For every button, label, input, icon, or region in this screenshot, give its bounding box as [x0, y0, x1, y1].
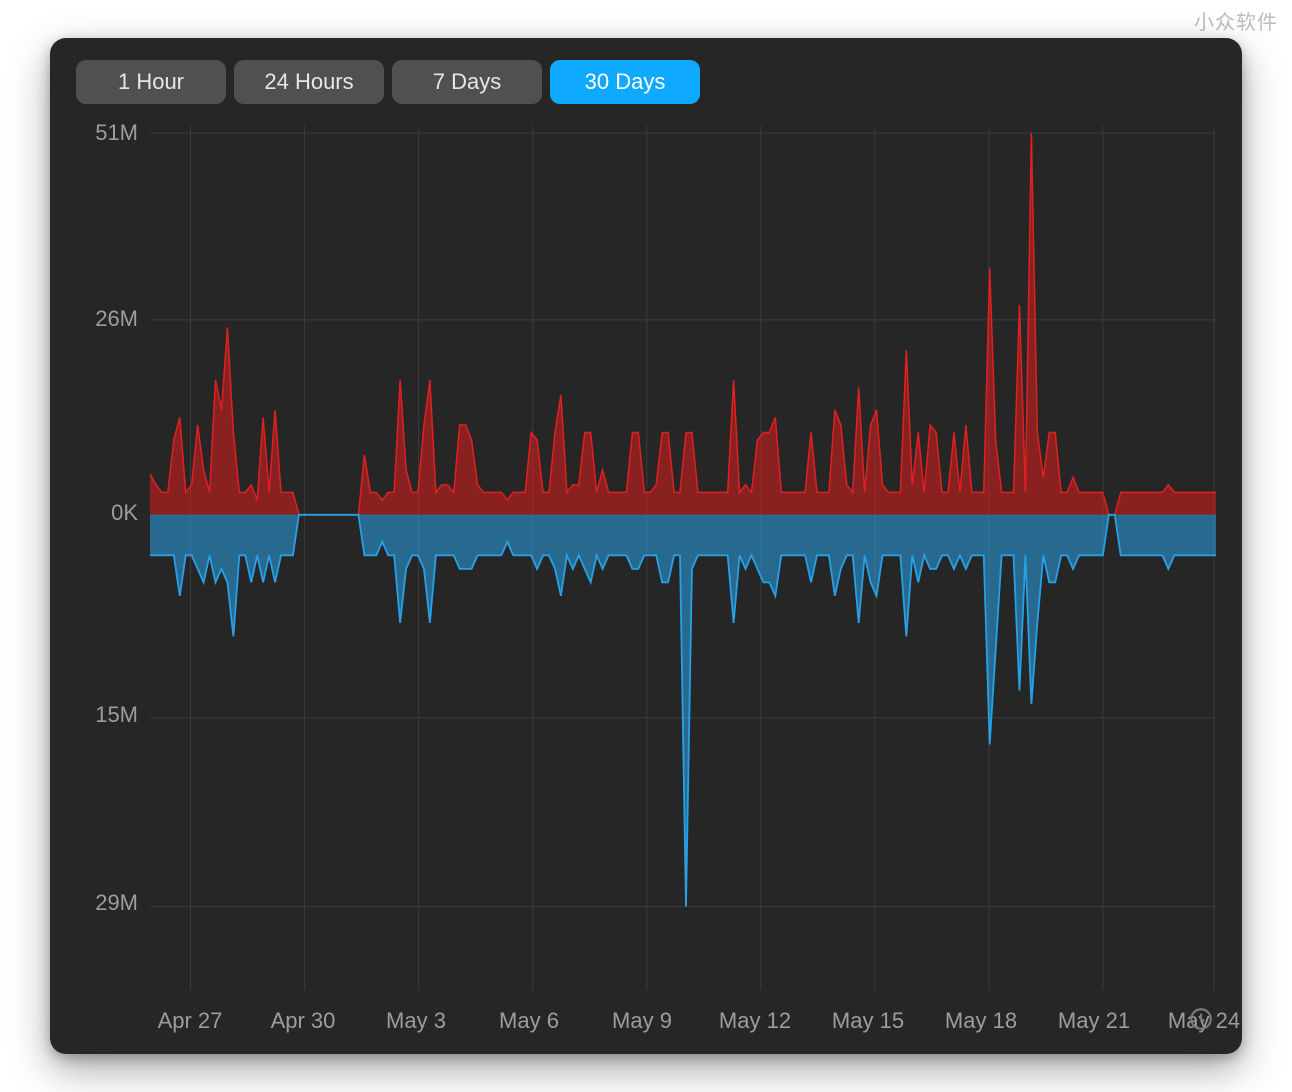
- x-tick-may9: May 9: [612, 1008, 672, 1034]
- x-tick-apr30: Apr 30: [271, 1008, 336, 1034]
- x-tick-may18: May 18: [945, 1008, 1017, 1034]
- y-tick-15m: 15M: [76, 702, 138, 728]
- tab-30-days[interactable]: 30 Days: [550, 60, 700, 104]
- tab-7-days[interactable]: 7 Days: [392, 60, 542, 104]
- clock-icon: [1188, 1006, 1214, 1032]
- y-tick-29m: 29M: [76, 890, 138, 916]
- tab-1-hour[interactable]: 1 Hour: [76, 60, 226, 104]
- x-tick-apr27: Apr 27: [158, 1008, 223, 1034]
- time-range-tabs: 1 Hour 24 Hours 7 Days 30 Days: [76, 60, 1216, 104]
- plot-area[interactable]: [150, 126, 1216, 990]
- x-tick-may21: May 21: [1058, 1008, 1130, 1034]
- watermark-text: 小众软件: [1194, 6, 1278, 35]
- x-tick-may6: May 6: [499, 1008, 559, 1034]
- x-tick-may3: May 3: [386, 1008, 446, 1034]
- chart-panel: 1 Hour 24 Hours 7 Days 30 Days 51M 26M 0…: [50, 38, 1242, 1054]
- y-tick-26m: 26M: [76, 306, 138, 332]
- y-tick-51m: 51M: [76, 120, 138, 146]
- traffic-chart: 51M 26M 0K 15M 29M Apr 27 Apr 30 May 3 M…: [76, 118, 1216, 1034]
- tab-24-hours[interactable]: 24 Hours: [234, 60, 384, 104]
- y-tick-0k: 0K: [76, 500, 138, 526]
- x-tick-may15: May 15: [832, 1008, 904, 1034]
- x-tick-may12: May 12: [719, 1008, 791, 1034]
